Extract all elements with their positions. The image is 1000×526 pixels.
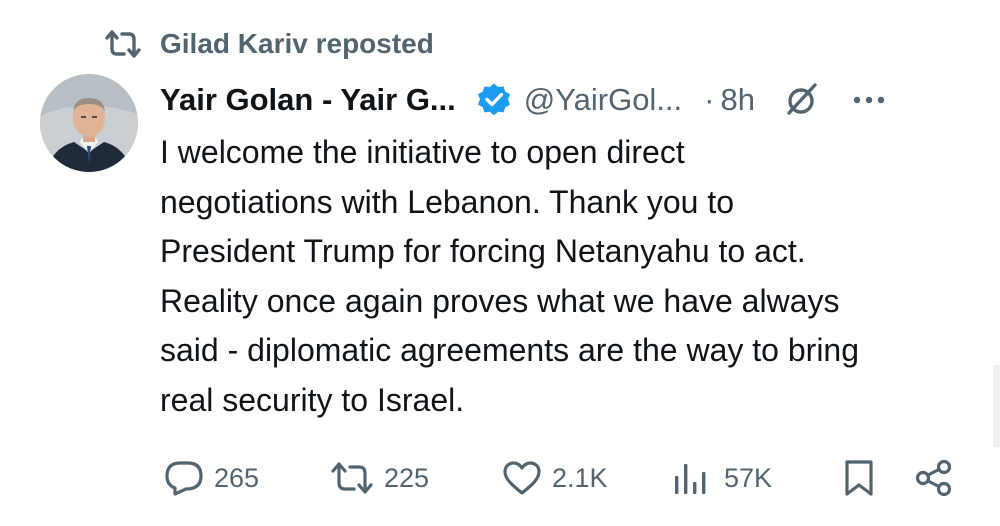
reply-button[interactable]: 265 xyxy=(164,452,259,504)
author-handle[interactable]: @YairGol... xyxy=(524,82,682,118)
side-panel-edge xyxy=(993,365,1000,447)
tweet[interactable]: Gilad Kariv reposted Yair Golan - Yair G… xyxy=(0,0,1000,526)
like-count: 2.1K xyxy=(552,462,608,493)
grok-icon[interactable] xyxy=(781,80,821,120)
bookmark-button[interactable] xyxy=(842,452,876,504)
reply-icon xyxy=(164,460,204,496)
repost-action-icon xyxy=(330,461,374,495)
tweet-text-line: real security to Israel. xyxy=(160,381,465,418)
tweet-text-line: negotiations with Lebanon. Thank you to xyxy=(160,183,735,220)
views-count: 57K xyxy=(724,462,773,493)
post-time[interactable]: 8h xyxy=(721,82,755,118)
repost-label[interactable]: Gilad Kariv reposted xyxy=(160,28,434,60)
tweet-text: I welcome the initiative to open direct … xyxy=(160,128,970,426)
repost-button[interactable]: 225 xyxy=(330,452,429,504)
reply-count: 265 xyxy=(214,462,260,493)
views-button[interactable]: 57K xyxy=(672,452,772,504)
tweet-text-line: I welcome the initiative to open direct xyxy=(160,134,685,170)
tweet-header: Yair Golan - Yair G... @YairGol... · 8h xyxy=(160,78,970,122)
like-button[interactable]: 2.1K xyxy=(502,452,608,504)
separator-dot: · xyxy=(704,82,715,117)
share-button[interactable] xyxy=(914,452,954,504)
repost-context[interactable]: Gilad Kariv reposted xyxy=(104,26,434,62)
tweet-text-line: Reality once again proves what we have a… xyxy=(160,282,840,319)
more-options-icon[interactable] xyxy=(849,80,889,120)
action-bar: 265 225 2.1K 57K xyxy=(0,452,1000,504)
tweet-text-line: President Trump for forcing Netanyahu to… xyxy=(160,233,806,270)
verified-badge-icon xyxy=(476,82,512,118)
avatar[interactable] xyxy=(40,74,138,172)
repost-count: 225 xyxy=(384,462,430,493)
author-display-name[interactable]: Yair Golan - Yair G... xyxy=(160,82,456,118)
analytics-icon xyxy=(672,460,708,496)
heart-icon xyxy=(502,460,542,496)
tweet-text-line: said - diplomatic agreements are the way… xyxy=(160,332,860,369)
repost-icon xyxy=(104,29,142,59)
share-icon xyxy=(914,459,954,497)
bookmark-icon xyxy=(842,459,876,497)
